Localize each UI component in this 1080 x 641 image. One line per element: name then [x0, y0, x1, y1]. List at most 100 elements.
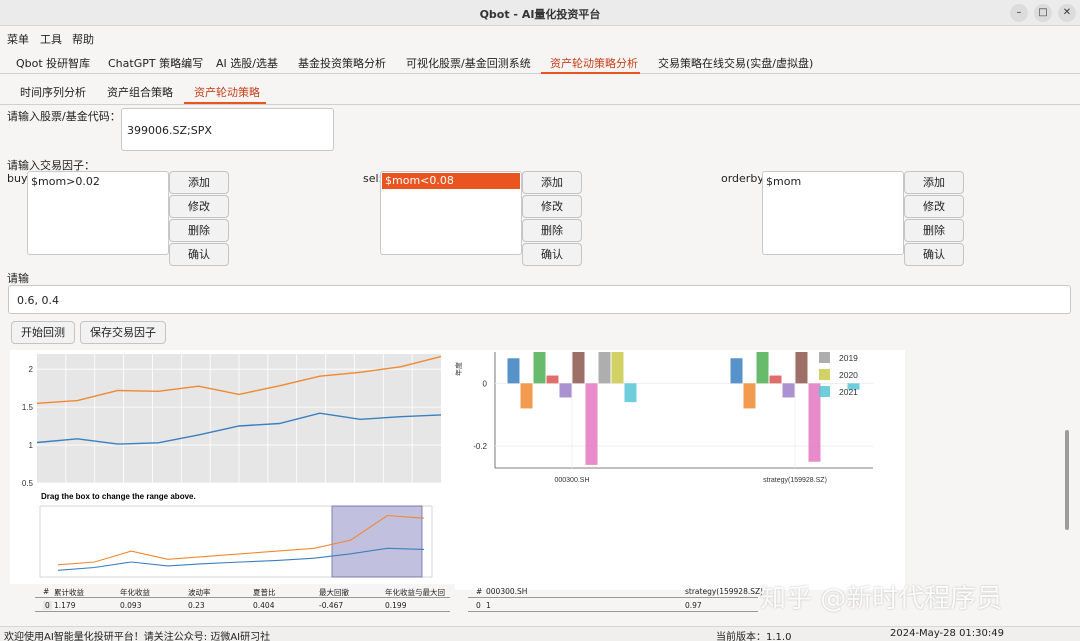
buy-edit-button[interactable]: 修改	[169, 195, 229, 218]
orderby-edit-button[interactable]: 修改	[904, 195, 964, 218]
window-title: Qbot - AI量化投资平台	[479, 8, 601, 21]
tab-chatgpt-strategy[interactable]: ChatGPT 策略编写	[108, 55, 203, 71]
tab-qbot-research[interactable]: Qbot 投研智库	[16, 55, 90, 71]
table-header: 波动率	[188, 588, 211, 597]
bar	[624, 383, 637, 403]
sub-tab-bar: 时间序列分析 资产组合策略 资产轮动策略	[0, 77, 1080, 105]
table-cell: 0.97	[685, 601, 702, 610]
maximize-icon[interactable]: □	[1034, 4, 1052, 22]
sell-factor-item[interactable]: $mom<0.08	[382, 173, 520, 189]
range-caption: Drag the box to change the range above.	[41, 492, 196, 501]
menu-item-tools[interactable]: 工具	[40, 31, 62, 47]
x-tick-label: strategy(159928.SZ)	[763, 477, 827, 484]
code-label: 请输入股票/基金代码：	[7, 110, 121, 123]
bar	[507, 358, 520, 384]
sell-factor-list[interactable]: $mom<0.08	[380, 171, 522, 255]
orderby-confirm-button[interactable]: 确认	[904, 243, 964, 266]
table-header: strategy(159928.SZ)	[685, 587, 764, 596]
buy-confirm-button[interactable]: 确认	[169, 243, 229, 266]
annual-return-chart: 0 -0.2 年度 000300.SH strategy(159928.SZ) 2019…	[454, 352, 873, 484]
minimize-icon[interactable]: –	[1010, 4, 1028, 22]
y-tick-label: 0.5	[22, 479, 34, 488]
tab-asset-rotation[interactable]: 资产轮动策略分析	[550, 55, 638, 71]
orderby-factor-list[interactable]: $mom	[762, 171, 904, 255]
weight-label: 请输	[7, 272, 29, 285]
y-tick-label: -0.2	[473, 442, 487, 451]
table-header: 年化收益	[120, 588, 150, 597]
bar	[743, 383, 756, 409]
buy-delete-button[interactable]: 删除	[169, 219, 229, 242]
weight-value: 0.6, 0.4	[17, 294, 59, 307]
table-divider	[468, 611, 758, 612]
stats-table-left: # 累计收益 年化收益 波动率 夏普比 最大回撤 年化收益与最大回 0 1.17…	[35, 584, 455, 614]
sell-add-button[interactable]: 添加	[522, 171, 582, 194]
watermark-text: 知乎 @新时代程序员	[760, 584, 1003, 614]
tab-backtest-system[interactable]: 可视化股票/基金回测系统	[406, 55, 531, 71]
legend-swatch	[819, 386, 830, 397]
menu-bar: 菜单 工具 帮助	[0, 27, 1080, 47]
bar	[559, 383, 572, 398]
version-text: 当前版本：1.1.0	[716, 632, 792, 641]
title-bar: Qbot - AI量化投资平台 – □ ✕	[0, 0, 1080, 26]
bar	[520, 383, 533, 409]
table-cell: 0	[43, 601, 52, 610]
bar	[585, 383, 598, 465]
code-value: 399006.SZ;SPX	[127, 124, 212, 137]
status-bar: 欢迎使用AI智能量化投研平台！请关注公众号: 迈微AI研习社 当前版本：1.1.…	[0, 626, 1080, 641]
sell-edit-button[interactable]: 修改	[522, 195, 582, 218]
menu-item-help[interactable]: 帮助	[72, 31, 94, 47]
status-message: 欢迎使用AI智能量化投研平台！请关注公众号: 迈微AI研习社	[4, 632, 271, 641]
sell-delete-button[interactable]: 删除	[522, 219, 582, 242]
table-header: 000300.SH	[486, 587, 528, 596]
close-icon[interactable]: ✕	[1058, 4, 1076, 22]
code-input[interactable]: 399006.SZ;SPX	[121, 108, 334, 151]
panel-scrollbar[interactable]	[1065, 430, 1069, 530]
table-divider	[35, 611, 450, 612]
buy-add-button[interactable]: 添加	[169, 171, 229, 194]
y-tick-label: 2	[29, 365, 34, 374]
subtab-portfolio[interactable]: 资产组合策略	[107, 84, 173, 100]
bar-chart-panel: 0 -0.2 年度 000300.SH strategy(159928.SZ) 2019…	[454, 350, 905, 590]
y-tick-label: 1.5	[22, 403, 34, 412]
table-header: 年化收益与最大回	[385, 588, 445, 597]
y-tick-label: 0	[483, 379, 488, 388]
bar	[730, 358, 743, 384]
table-cell: 0.23	[188, 601, 205, 610]
legend-label: 2021	[839, 387, 858, 397]
run-backtest-button[interactable]: 开始回测	[11, 321, 75, 344]
active-subtab-indicator	[184, 102, 266, 104]
tab-fund-strategy[interactable]: 基金投资策略分析	[298, 55, 386, 71]
orderby-factor-item[interactable]: $mom	[766, 175, 801, 188]
table-cell: 0.199	[385, 601, 407, 610]
stats-table-right: # 000300.SH strategy(159928.SZ) 0 1 0.97	[468, 584, 763, 614]
legend-label: 2019	[839, 353, 858, 363]
buy-factor-list[interactable]: $mom>0.02	[27, 171, 169, 255]
bar	[769, 375, 782, 384]
tab-online-trading[interactable]: 交易策略在线交易(实盘/虚拟盘)	[658, 55, 813, 71]
legend-swatch	[819, 352, 830, 363]
table-header: 最大回撤	[319, 588, 349, 597]
bar	[611, 352, 624, 384]
buy-factor-item[interactable]: $mom>0.02	[31, 175, 100, 188]
bar	[782, 383, 795, 398]
x-tick-label: 000300.SH	[554, 477, 589, 484]
table-header: #	[476, 587, 483, 596]
subtab-time-series[interactable]: 时间序列分析	[20, 84, 86, 100]
orderby-add-button[interactable]: 添加	[904, 171, 964, 194]
table-cell: 1.179	[54, 601, 76, 610]
bar	[598, 352, 611, 384]
bar	[572, 352, 585, 384]
table-header: 累计收益	[54, 588, 84, 597]
weight-input[interactable]: 0.6, 0.4	[8, 285, 1071, 314]
bar	[808, 383, 821, 462]
subtab-asset-rotation[interactable]: 资产轮动策略	[194, 84, 260, 100]
sell-confirm-button[interactable]: 确认	[522, 243, 582, 266]
orderby-delete-button[interactable]: 删除	[904, 219, 964, 242]
save-factor-button[interactable]: 保存交易因子	[80, 321, 166, 344]
main-tab-bar: Qbot 投研智库 ChatGPT 策略编写 AI 选股/选基 基金投资策略分析…	[0, 48, 1080, 74]
y-axis-label: 年度	[455, 362, 463, 376]
bar	[546, 375, 559, 384]
tab-ai-stock-pick[interactable]: AI 选股/选基	[216, 55, 278, 71]
menu-item-menu[interactable]: 菜单	[7, 31, 29, 47]
table-cell: 0	[476, 601, 481, 610]
